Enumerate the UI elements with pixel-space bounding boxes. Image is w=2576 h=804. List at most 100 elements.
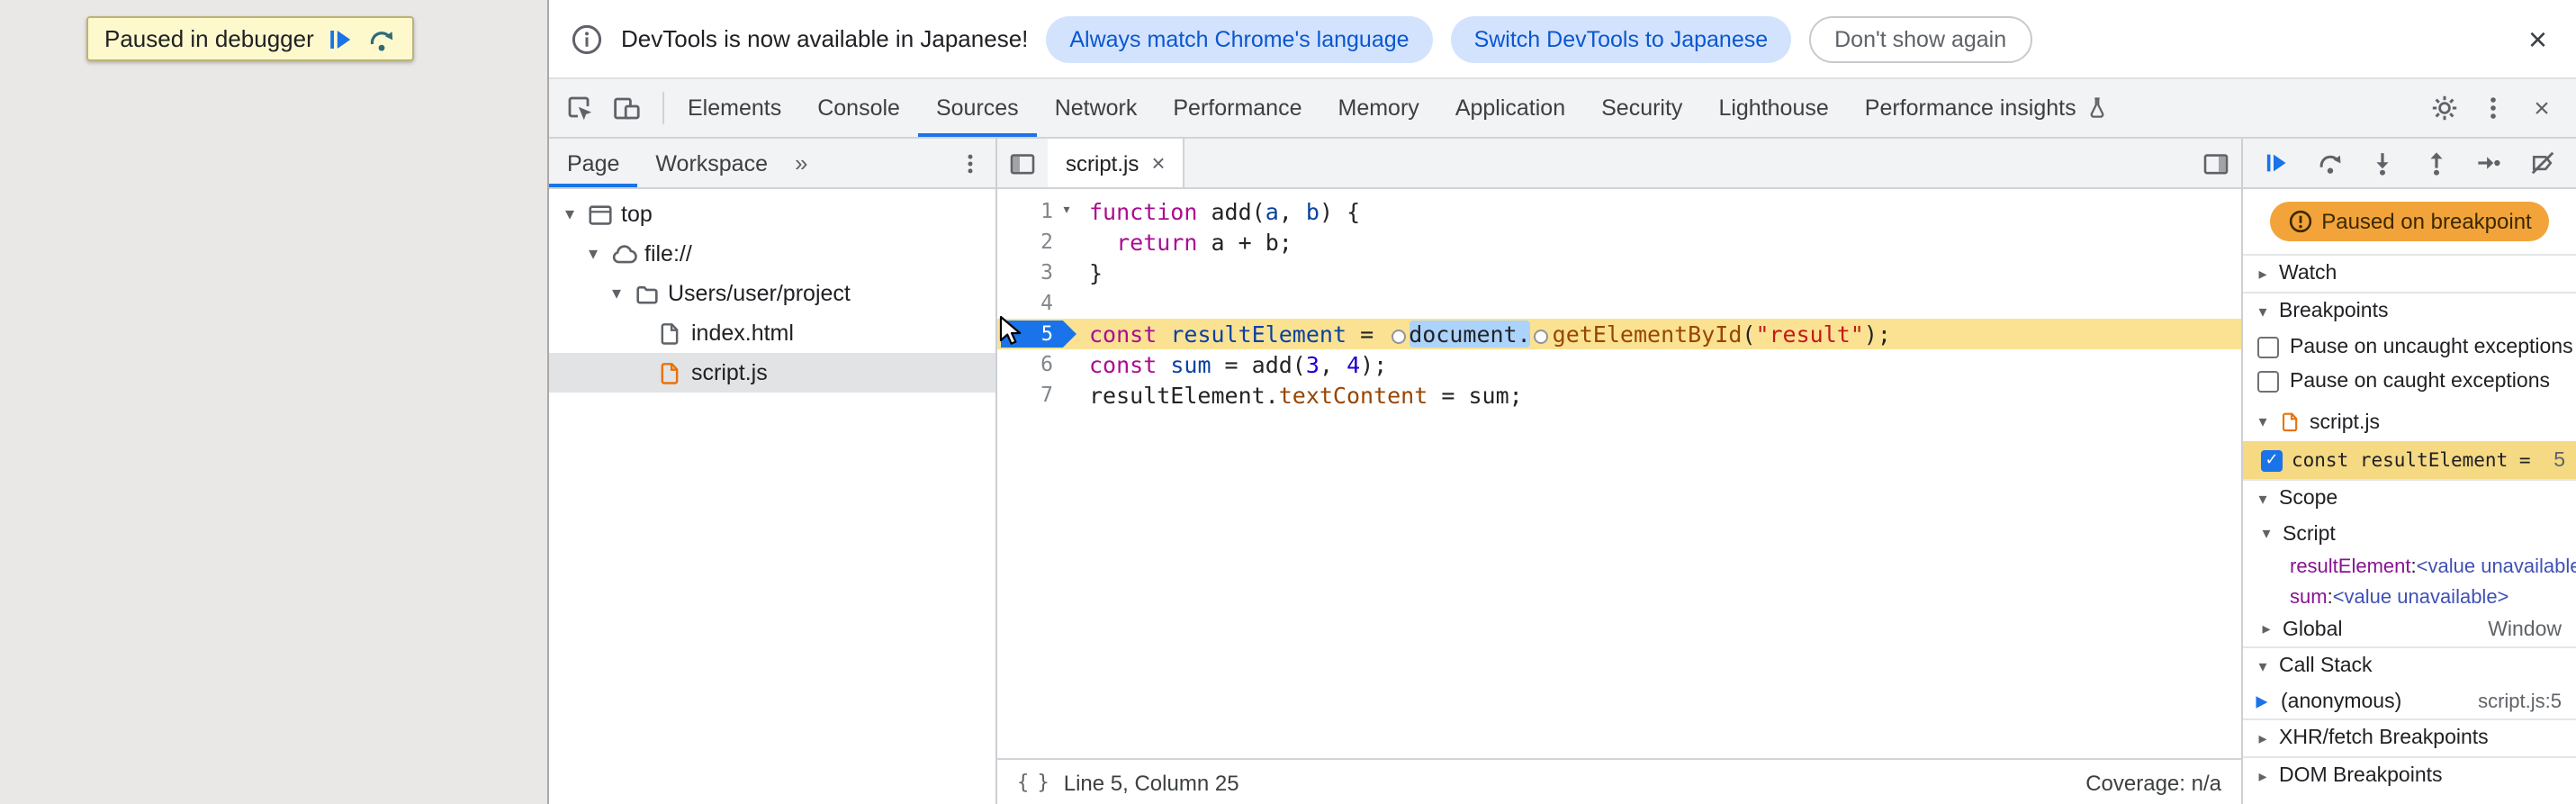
panel-tab-lighthouse[interactable]: Lighthouse [1700,79,1846,137]
panel-tab-security[interactable]: Security [1583,79,1700,137]
panel-tab-label: Performance [1173,95,1302,121]
settings-gear-icon[interactable] [2425,88,2464,128]
line-4-gutter[interactable]: 4 [997,288,1080,319]
step-out-button[interactable] [2419,146,2454,180]
step-over-button[interactable] [2312,146,2346,180]
code-line-1[interactable]: 1 ▾ function add(a, b) { [997,196,2241,227]
folder-icon [634,280,661,307]
section-xhr-breakpoints[interactable]: ▸ XHR/fetch Breakpoints [2243,718,2576,756]
step-into-button[interactable] [2365,146,2400,180]
file-tree-item-file[interactable]: ▾ file:// [549,234,995,274]
line-1-gutter[interactable]: 1 ▾ [997,196,1080,227]
panel-tab-application[interactable]: Application [1437,79,1583,137]
step-location-marker[interactable] [1534,330,1549,344]
line-5-gutter[interactable]: 5 [997,319,1080,349]
file-tree-item-index-html[interactable]: index.html [549,313,995,353]
code-line-5[interactable]: 5 const resultElement = document. getEleme… [997,319,2241,349]
file-tree-item-top[interactable]: ▾ top [549,194,995,234]
close-tab-icon[interactable]: × [1151,151,1165,175]
paused-in-debugger-banner: Paused in debugger [86,16,415,61]
navigator-tab-workspace[interactable]: Workspace [637,139,786,187]
breakpoint-entry[interactable]: const resultElement = doc… 5 [2243,441,2576,479]
close-devtools-icon[interactable]: × [2522,88,2562,128]
step-location-marker[interactable] [1391,330,1406,344]
paused-line-marker: 5 [1001,321,1076,348]
line-2-gutter[interactable]: 2 [997,227,1080,257]
more-tabs-icon[interactable]: » [786,149,816,176]
editor-tab-script-js[interactable]: script.js × [1048,139,1185,187]
section-watch[interactable]: ▸ Watch [2243,254,2576,292]
toggle-navigator-icon[interactable] [997,139,1048,187]
inspect-element-icon[interactable] [560,88,599,128]
exception-option-pause-on-caught-exceptions[interactable]: Pause on caught exceptions [2243,364,2576,398]
panel-tab-elements[interactable]: Elements [670,79,799,137]
infobar-close-icon[interactable]: × [2521,23,2554,55]
code-editor[interactable]: 1 ▾ function add(a, b) {2 return a + b; 3} 4… [997,189,2241,758]
caret-down-icon[interactable]: ▾ [607,284,626,303]
paused-badge-label: Paused on breakpoint [2321,209,2532,234]
file-tree-item-users-user-project[interactable]: ▾ Users/user/project [549,274,995,313]
caret-down-icon[interactable]: ▾ [583,244,603,264]
exception-checkbox[interactable] [2257,370,2279,392]
switch-devtools-to-japanese-button[interactable]: Switch DevTools to Japanese [1450,15,1792,62]
caret-down-icon[interactable]: ▾ [560,204,580,224]
navigator-menu-icon[interactable] [952,145,988,181]
exception-checkbox[interactable] [2257,336,2279,357]
resume-button[interactable] [2259,146,2293,180]
device-toolbar-icon[interactable] [607,88,646,128]
panel-tab-network[interactable]: Network [1037,79,1156,137]
navigator-tab-label: Page [567,150,620,176]
section-call-stack[interactable]: ▾ Call Stack [2243,646,2576,684]
section-dom-breakpoints[interactable]: ▸ DOM Breakpoints [2243,756,2576,794]
infobar-message: DevTools is now available in Japanese! [621,25,1029,52]
scope-group-script[interactable]: ▾ Script [2243,517,2576,551]
step-button[interactable] [2472,146,2507,180]
line-7-gutter[interactable]: 7 [997,380,1080,411]
panel-tab-sources[interactable]: Sources [917,79,1037,137]
panel-tab-memory[interactable]: Memory [1320,79,1437,137]
panel-tab-performance[interactable]: Performance [1155,79,1320,137]
code-line-4[interactable]: 4 [997,288,2241,319]
section-scope[interactable]: ▾ Scope [2243,479,2576,517]
coverage-label[interactable]: Coverage: n/a [2085,770,2221,795]
scope-variable-sum[interactable]: sum: <value unavailable> [2243,582,2576,612]
code-token: = add( [1211,351,1306,378]
resume-script-button[interactable] [327,24,356,53]
exception-option-pause-on-uncaught-exceptions[interactable]: Pause on uncaught exceptions [2243,330,2576,364]
code-line-7[interactable]: 7 resultElement.textContent = sum; [997,380,2241,411]
scope-group-global[interactable]: ▸ Global Window [2243,612,2576,646]
code-line-2[interactable]: 2 return a + b; [997,227,2241,257]
panel-tab-label: Lighthouse [1718,95,1829,121]
panel-tab-console[interactable]: Console [799,79,918,137]
code-token: add( [1197,198,1265,225]
main-toolbar: Elements Console Sources Network Performance… [549,79,2576,139]
scope-variable-resultelement[interactable]: resultElement: <value unavailable> [2243,551,2576,582]
deactivate-breakpoints-button[interactable] [2526,146,2560,180]
file-tree-item-script-js[interactable]: script.js [549,353,995,393]
line-3-gutter[interactable]: 3 [997,257,1080,288]
step-over-button[interactable] [368,24,397,53]
breakpoint-file-group[interactable]: ▾ script.js [2243,403,2576,441]
code-line-6[interactable]: 6 const sum = add(3, 4); [997,349,2241,380]
cursor-position-label: Line 5, Column 25 [1063,770,1239,795]
code-line-3[interactable]: 3} [997,257,2241,288]
code-token: textContent [1278,382,1428,409]
pretty-print-icon[interactable]: { } [1017,771,1049,794]
line-6-gutter[interactable]: 6 [997,349,1080,380]
caret-down-icon: ▾ [2258,302,2267,320]
code-token: } [1089,259,1103,286]
panel-tab-performance-insights[interactable]: Performance insights [1847,79,2129,137]
navigator-tab-page[interactable]: Page [549,139,638,187]
debugger-sidebar: Paused on breakpoint ▸ Watch ▾ Breakpoints P… [2241,139,2576,804]
code-line-text: function add(a, b) { [1080,196,1360,227]
dont-show-again-button[interactable]: Don't show again [1809,15,2032,62]
section-breakpoints[interactable]: ▾ Breakpoints [2243,292,2576,330]
code-fold-icon[interactable]: ▾ [1055,196,1078,227]
more-options-icon[interactable] [2473,88,2513,128]
breakpoint-checkbox[interactable] [2261,449,2283,471]
call-stack-frame[interactable]: (anonymous) script.js:5 [2243,684,2576,718]
code-line-text: } [1080,257,1103,288]
toggle-debugger-sidebar-icon[interactable] [2191,139,2241,187]
always-match-chromes-language-button[interactable]: Always match Chrome's language [1046,15,1433,62]
frame-icon [587,201,614,228]
